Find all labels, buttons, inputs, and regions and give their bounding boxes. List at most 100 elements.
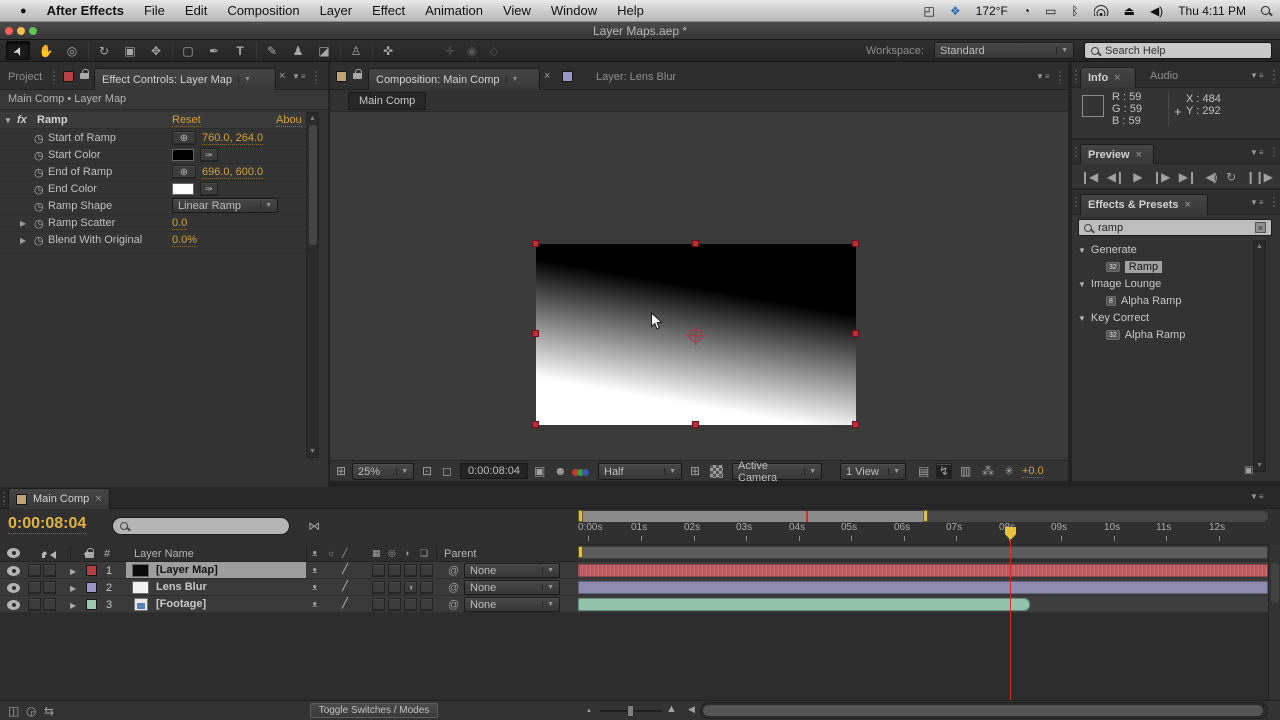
lock-toggle[interactable] [43, 598, 56, 611]
effect-item-alpha-ramp-image-lounge[interactable]: 8 Alpha Ramp [1106, 295, 1181, 307]
scroll-down-icon[interactable]: ▼ [307, 448, 318, 455]
zoom-in-mountain-icon[interactable]: ▲ [666, 704, 677, 715]
expand-inout-panes-icon[interactable]: ⇆ [44, 705, 54, 717]
menu-layer[interactable]: Layer [310, 3, 363, 18]
solo-toggle[interactable] [28, 564, 41, 577]
navigator-start-handle[interactable] [578, 510, 583, 522]
effects-search-input[interactable]: ramp × [1078, 219, 1272, 236]
shy-toggle[interactable]: ᴥ [312, 600, 317, 609]
zoom-tool-button[interactable]: ◎ [60, 41, 84, 60]
close-icon[interactable]: × [1185, 199, 1191, 211]
tab-effects-presets[interactable]: Effects & Presets × [1080, 194, 1208, 215]
play-button[interactable]: ▶ [1133, 171, 1142, 183]
layer-row-2[interactable]: ▶ 2 Lens Blur ᴥ ╱ ◑ @ None ▼ [0, 579, 578, 596]
selection-handle[interactable] [532, 330, 539, 337]
motion-blur-toggle[interactable] [388, 598, 401, 611]
stopwatch-icon[interactable]: ◷ [34, 132, 44, 145]
pixel-aspect-icon[interactable]: ▤ [918, 465, 929, 477]
about-link[interactable]: Abou [276, 114, 302, 127]
pan-behind-tool-button[interactable]: ✥ [144, 41, 168, 60]
camera-view-dropdown[interactable]: Active Camera ▼ [732, 460, 822, 484]
shy-toggle[interactable]: ᴥ [312, 583, 317, 592]
selection-handle[interactable] [692, 421, 699, 428]
brush-tool-button[interactable]: ✎ [260, 41, 284, 60]
selection-handle[interactable] [852, 240, 859, 247]
scrollbar-thumb[interactable] [1271, 563, 1279, 603]
twirl-open-icon[interactable]: ▼ [1078, 246, 1086, 255]
temperature-status[interactable]: 172°F [976, 4, 1008, 18]
panel-menu-icon[interactable]: ▼≡ [1250, 492, 1265, 501]
region-of-interest-icon[interactable]: ◻ [442, 465, 452, 477]
quality-toggle[interactable]: ╱ [342, 565, 348, 575]
subtab-main-comp[interactable]: Main Comp [348, 92, 427, 110]
clone-stamp-tool-button[interactable]: ♟ [286, 41, 310, 60]
layer-name[interactable]: Lens Blur [156, 581, 207, 593]
effects-presets-scrollbar[interactable]: ▲ ▼ [1253, 240, 1266, 472]
time-machine-icon[interactable]: ◔ [1023, 4, 1030, 18]
show-channels-icon[interactable] [572, 467, 589, 479]
twirl-open-icon[interactable]: ▼ [1078, 280, 1086, 289]
next-frame-button[interactable]: ❙▶ [1152, 171, 1170, 183]
work-area-start-handle[interactable] [578, 546, 583, 558]
menu-file[interactable]: File [134, 3, 175, 18]
last-frame-button[interactable]: ▶❙ [1179, 171, 1197, 183]
lock-icon[interactable] [80, 69, 89, 79]
scroll-left-icon[interactable]: ◀ [688, 705, 695, 714]
eyedropper-button[interactable]: ✑ [200, 182, 218, 196]
parent-pick-whip-icon[interactable]: @ [448, 599, 459, 611]
dropbox-icon[interactable]: ❖ [950, 4, 961, 18]
layer-name[interactable]: [Footage] [156, 598, 206, 610]
toggle-switches-modes-button[interactable]: Toggle Switches / Modes [310, 703, 438, 718]
menu-clock[interactable]: Thu 4:11 PM [1178, 4, 1246, 18]
layer-label-swatch[interactable] [86, 565, 97, 576]
stopwatch-icon[interactable]: ◷ [34, 200, 44, 213]
panel-menu-icon[interactable]: ▼≡ [1036, 72, 1051, 81]
layer-name[interactable]: [Layer Map] [156, 564, 218, 576]
end-of-ramp-value[interactable]: 696.0, 600.0 [202, 166, 264, 179]
adjustment-toggle[interactable] [404, 564, 417, 577]
tab-info[interactable]: Info × [1080, 67, 1136, 88]
category-image-lounge[interactable]: ▼ Image Lounge [1078, 278, 1161, 290]
tab-project[interactable]: Project [8, 71, 42, 83]
frame-blend-toggle[interactable] [372, 598, 385, 611]
scrollbar-thumb[interactable] [309, 125, 317, 245]
selection-handle[interactable] [692, 240, 699, 247]
point-crosshair-button[interactable]: ⊕ [172, 165, 196, 179]
end-color-swatch[interactable] [172, 183, 194, 195]
view-axis-mode-button[interactable]: ◇ [482, 41, 506, 60]
shy-toggle[interactable]: ᴥ [312, 566, 317, 575]
previous-frame-button[interactable]: ◀❙ [1107, 171, 1125, 183]
transparency-grid-icon[interactable] [710, 465, 723, 478]
solo-toggle[interactable] [28, 598, 41, 611]
parent-pick-whip-icon[interactable]: @ [448, 565, 459, 577]
show-snapshot-icon[interactable]: ☻ [554, 465, 567, 477]
twirl-open-icon[interactable]: ▼ [4, 116, 12, 125]
close-icon[interactable]: × [1114, 72, 1120, 84]
display-icon[interactable]: ▭ [1045, 4, 1056, 18]
twirl-closed-icon[interactable]: ▶ [20, 219, 26, 228]
viewer-timecode[interactable]: 0:00:08:04 [460, 463, 528, 479]
lock-toggle[interactable] [43, 564, 56, 577]
target-region-icon[interactable]: ⊞ [690, 465, 700, 477]
close-icon[interactable]: × [544, 70, 550, 82]
help-search-input[interactable]: Search Help [1084, 42, 1272, 59]
lock-toggle[interactable] [43, 581, 56, 594]
effect-header-row[interactable]: ▼ fx Ramp Reset Abou [0, 112, 306, 129]
layer-twirl-icon[interactable]: ▶ [70, 601, 76, 610]
expand-transfer-controls-icon[interactable]: ◶ [26, 705, 36, 717]
menu-view[interactable]: View [493, 3, 541, 18]
threed-toggle[interactable] [420, 581, 433, 594]
clear-search-icon[interactable]: × [1255, 222, 1266, 233]
panel-menu-icon[interactable]: ▼≡ [1250, 198, 1265, 207]
scrollbar-thumb[interactable] [703, 705, 1263, 716]
menu-effect[interactable]: Effect [362, 3, 415, 18]
timeline-search-input[interactable] [112, 517, 290, 535]
selection-handle[interactable] [532, 421, 539, 428]
layer-bar-footage[interactable] [578, 598, 1030, 611]
first-frame-button[interactable]: ❙◀ [1080, 171, 1098, 183]
zoom-out-mountain-icon[interactable]: ▲ [586, 708, 592, 714]
layer-visibility-toggle[interactable] [7, 583, 20, 593]
layer-visibility-toggle[interactable] [7, 600, 20, 610]
hand-tool-button[interactable]: ✋ [34, 41, 58, 60]
layer-tab-label-swatch[interactable] [562, 71, 573, 82]
